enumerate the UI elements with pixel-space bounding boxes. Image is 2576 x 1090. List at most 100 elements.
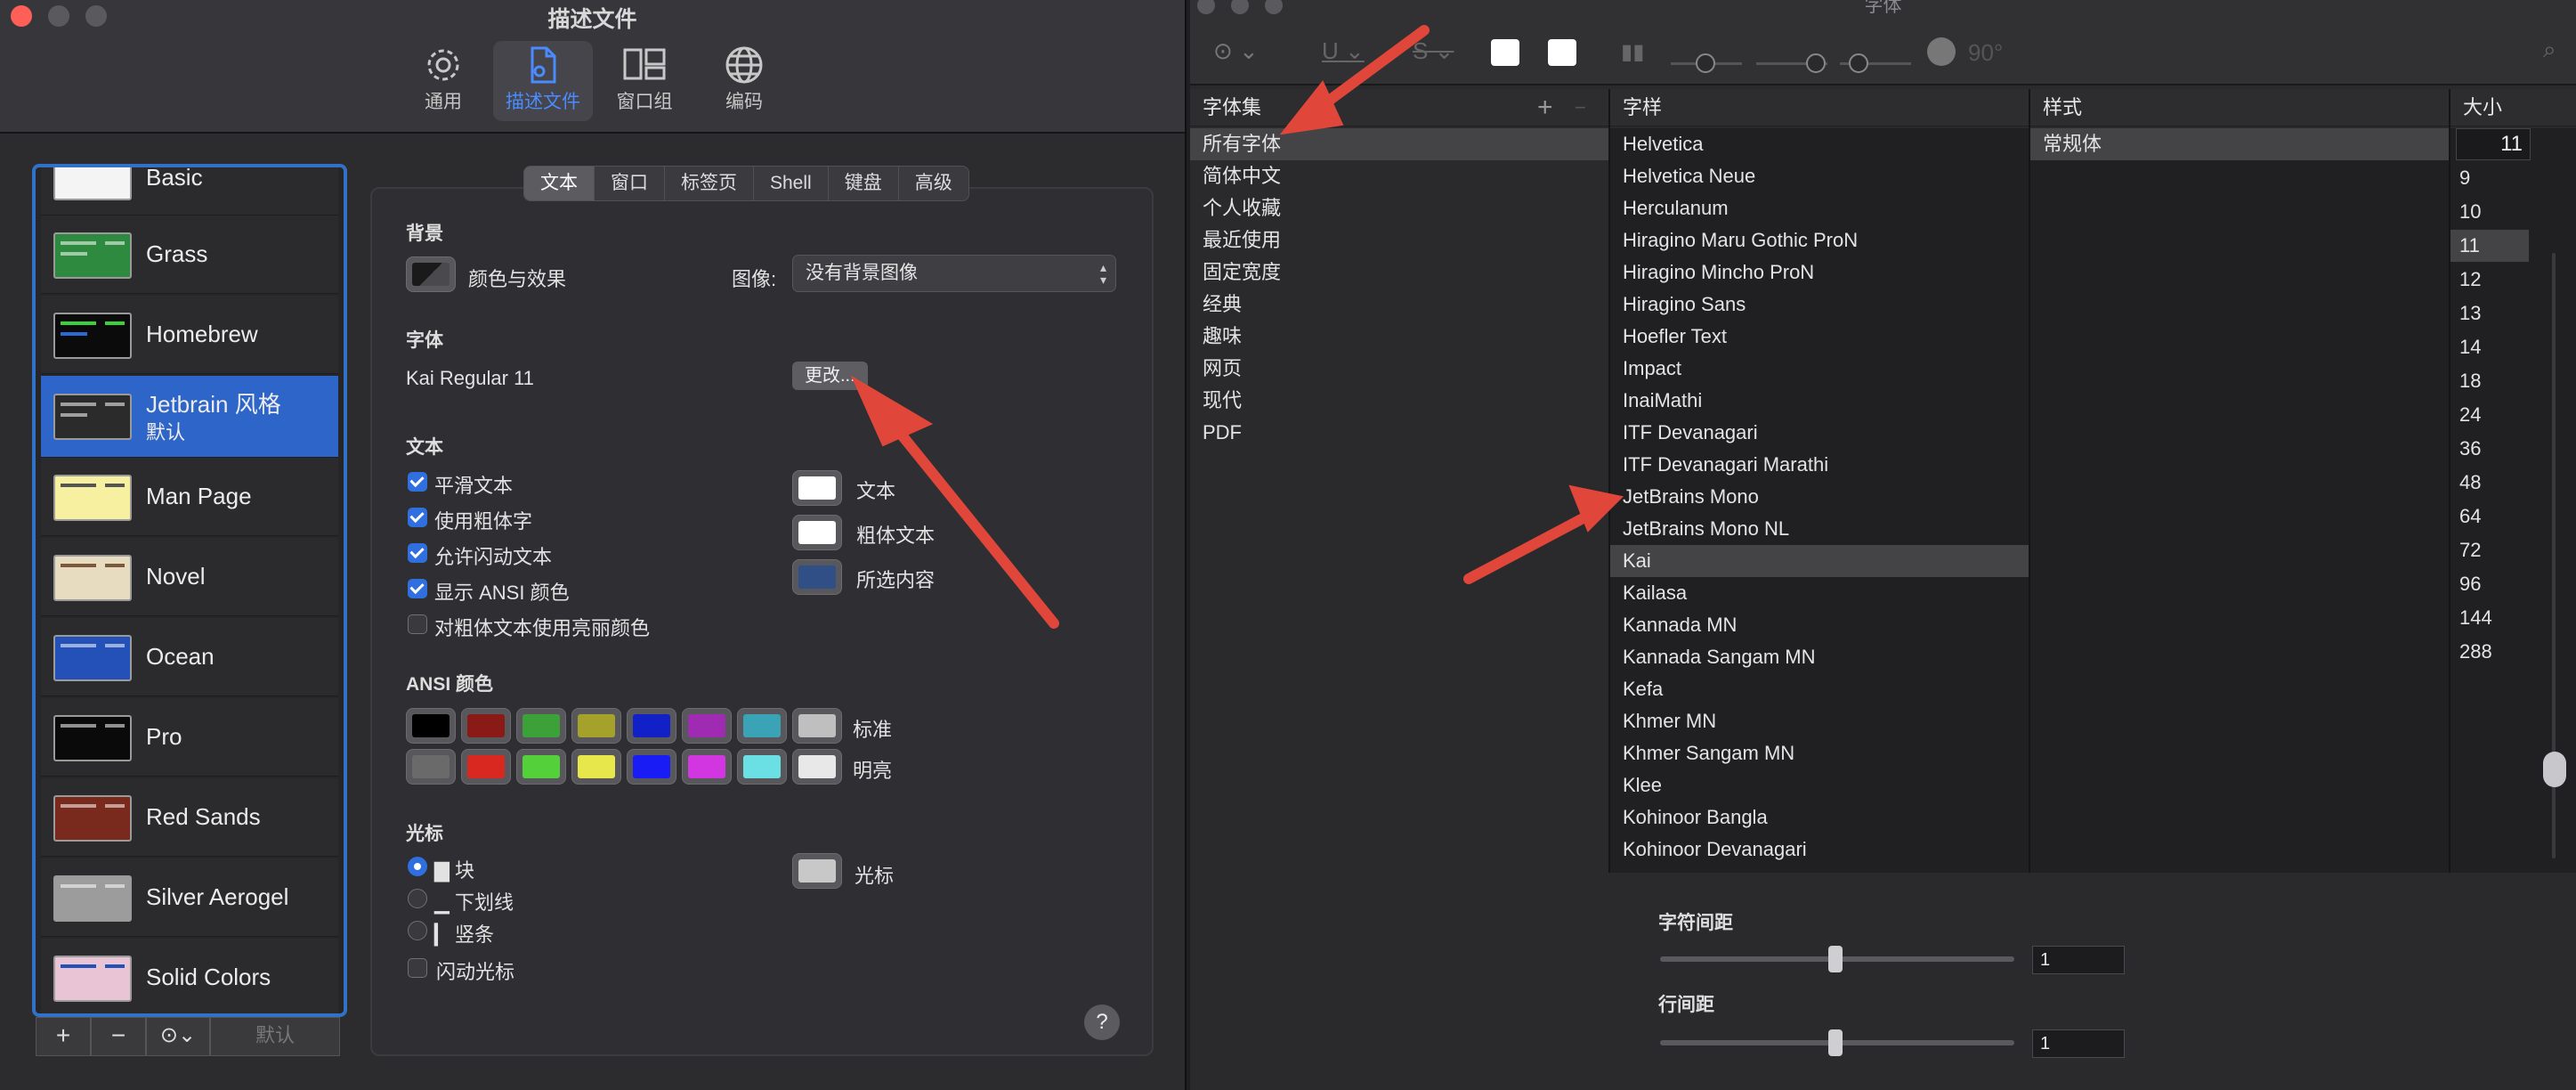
shadow-offset-slider[interactable] (1840, 53, 1911, 73)
change-font-button[interactable]: 更改... (792, 362, 868, 390)
font-family-item[interactable]: ITF Devanagari (1610, 417, 2029, 449)
font-family-item[interactable]: Hiragino Sans (1610, 289, 2029, 321)
ansi-normal-swatch[interactable] (516, 708, 566, 744)
collection-item[interactable]: 经典 (1190, 289, 1608, 321)
bold-fonts-checkbox[interactable] (408, 508, 427, 527)
ansi-normal-swatch[interactable] (406, 708, 456, 744)
remove-collection-button[interactable]: − (1575, 89, 1586, 126)
tab-keyboard[interactable]: 键盘 (829, 167, 899, 200)
font-family-item[interactable]: ITF Devanagari Marathi (1610, 449, 2029, 481)
background-image-popup[interactable]: 没有背景图像 ▴ ▾ (792, 255, 1116, 292)
ansi-normal-swatch[interactable] (627, 708, 676, 744)
document-color-swatch[interactable] (1548, 39, 1576, 66)
collection-item[interactable]: 个人收藏 (1190, 192, 1608, 224)
search-icon[interactable]: ⌕ (2543, 36, 2556, 64)
ansi-bright-swatch[interactable] (682, 749, 732, 785)
tab-advanced[interactable]: 高级 (899, 167, 968, 200)
text-shadow-icon[interactable]: ▮▮ (1621, 39, 1644, 65)
column-divider[interactable] (2449, 89, 2450, 873)
help-button[interactable]: ? (1084, 1005, 1120, 1040)
font-family-item[interactable]: Hoefler Text (1610, 321, 2029, 353)
text-color-swatch[interactable] (1491, 39, 1519, 66)
font-family-item[interactable]: Klee (1610, 769, 2029, 801)
ansi-bright-swatch[interactable] (627, 749, 676, 785)
collection-item[interactable]: 简体中文 (1190, 160, 1608, 192)
size-slider-knob[interactable] (2543, 752, 2566, 787)
cursor-color-well[interactable] (792, 853, 842, 889)
shadow-opacity-slider[interactable] (1671, 53, 1742, 73)
cursor-underline-radio[interactable] (408, 889, 427, 908)
ansi-bright-swatch[interactable] (406, 749, 456, 785)
font-family-item[interactable]: Kefa (1610, 673, 2029, 705)
font-size-item[interactable]: 96 (2450, 568, 2529, 600)
column-divider[interactable] (1608, 89, 1610, 873)
text-color-well[interactable] (792, 470, 842, 506)
tab-text[interactable]: 文本 (524, 167, 595, 200)
font-size-item[interactable]: 18 (2450, 365, 2529, 397)
shadow-blur-slider[interactable] (1756, 53, 1827, 73)
font-size-item[interactable]: 288 (2450, 636, 2529, 668)
font-size-item[interactable]: 48 (2450, 467, 2529, 499)
profile-item[interactable]: Red Sands (41, 778, 338, 857)
column-divider[interactable] (2029, 89, 2030, 873)
ansi-colors-checkbox[interactable] (408, 579, 427, 598)
toolbar-profiles[interactable]: 描述文件 (493, 41, 593, 121)
toolbar-general[interactable]: 通用 (393, 41, 493, 121)
font-style-item[interactable]: 常规体 (2030, 128, 2449, 160)
font-family-item[interactable]: Kohinoor Devanagari (1610, 834, 2029, 866)
add-collection-button[interactable]: + (1537, 89, 1553, 126)
font-family-item[interactable]: Kannada Sangam MN (1610, 641, 2029, 673)
remove-profile-button[interactable]: − (91, 1017, 146, 1056)
selection-color-well[interactable] (792, 559, 842, 595)
font-family-item[interactable]: Herculanum (1610, 192, 2029, 224)
shadow-angle-dial[interactable] (1927, 37, 1956, 66)
collection-item[interactable]: 趣味 (1190, 321, 1608, 353)
font-family-item[interactable]: Impact (1610, 353, 2029, 385)
tab-shell[interactable]: Shell (754, 167, 829, 200)
ansi-bright-swatch[interactable] (461, 749, 511, 785)
background-color-well[interactable] (406, 256, 456, 292)
font-size-item[interactable]: 10 (2450, 196, 2529, 228)
collection-item[interactable]: 最近使用 (1190, 224, 1608, 256)
underline-menu[interactable]: U ⌄ (1322, 37, 1365, 65)
ansi-normal-swatch[interactable] (461, 708, 511, 744)
ansi-bright-swatch[interactable] (737, 749, 787, 785)
character-spacing-field[interactable]: 1 (2032, 946, 2125, 974)
font-size-item[interactable]: 144 (2450, 602, 2529, 634)
blinking-text-checkbox[interactable] (408, 543, 427, 563)
font-family-item[interactable]: Hiragino Maru Gothic ProN (1610, 224, 2029, 256)
cursor-block-radio[interactable] (408, 857, 427, 876)
font-family-item[interactable]: Helvetica Neue (1610, 160, 2029, 192)
bold-text-color-well[interactable] (792, 515, 842, 550)
font-size-item[interactable]: 13 (2450, 297, 2529, 329)
tab-tabs[interactable]: 标签页 (665, 167, 754, 200)
profile-item-selected[interactable]: Jetbrain 风格 默认 (41, 376, 338, 458)
profile-item[interactable]: Homebrew (41, 296, 338, 374)
ansi-bright-swatch[interactable] (516, 749, 566, 785)
family-list[interactable]: Helvetica Helvetica Neue Herculanum Hiragin… (1610, 128, 2029, 873)
font-family-item[interactable]: Kailasa (1610, 577, 2029, 609)
line-spacing-field[interactable]: 1 (2032, 1029, 2125, 1058)
profile-item[interactable]: Grass (41, 216, 338, 294)
font-family-item[interactable]: Khmer Sangam MN (1610, 737, 2029, 769)
profile-item[interactable]: Ocean (41, 618, 338, 696)
font-family-item[interactable]: JetBrains Mono (1610, 481, 2029, 513)
add-profile-button[interactable]: + (36, 1017, 91, 1056)
strikethrough-menu[interactable]: S ⌄ (1413, 37, 1454, 65)
font-size-item[interactable]: 9 (2450, 162, 2529, 194)
profile-item[interactable]: Man Page (41, 458, 338, 536)
profile-item[interactable]: Basic (41, 167, 338, 216)
font-family-item[interactable]: Kohinoor Bangla (1610, 801, 2029, 834)
font-size-item[interactable]: 12 (2450, 264, 2529, 296)
collection-item[interactable]: 所有字体 (1190, 128, 1608, 160)
font-family-item[interactable]: Hiragino Mincho ProN (1610, 256, 2029, 289)
font-family-item[interactable]: JetBrains Mono NL (1610, 513, 2029, 545)
line-spacing-knob[interactable] (1828, 1029, 1843, 1056)
ansi-normal-swatch[interactable] (571, 708, 621, 744)
profile-item[interactable]: Solid Colors (41, 939, 338, 1013)
character-spacing-knob[interactable] (1828, 946, 1843, 972)
font-family-item[interactable]: Helvetica (1610, 128, 2029, 160)
collection-item[interactable]: 固定宽度 (1190, 256, 1608, 289)
font-size-item[interactable]: 24 (2450, 399, 2529, 431)
font-family-item[interactable]: InaiMathi (1610, 385, 2029, 417)
